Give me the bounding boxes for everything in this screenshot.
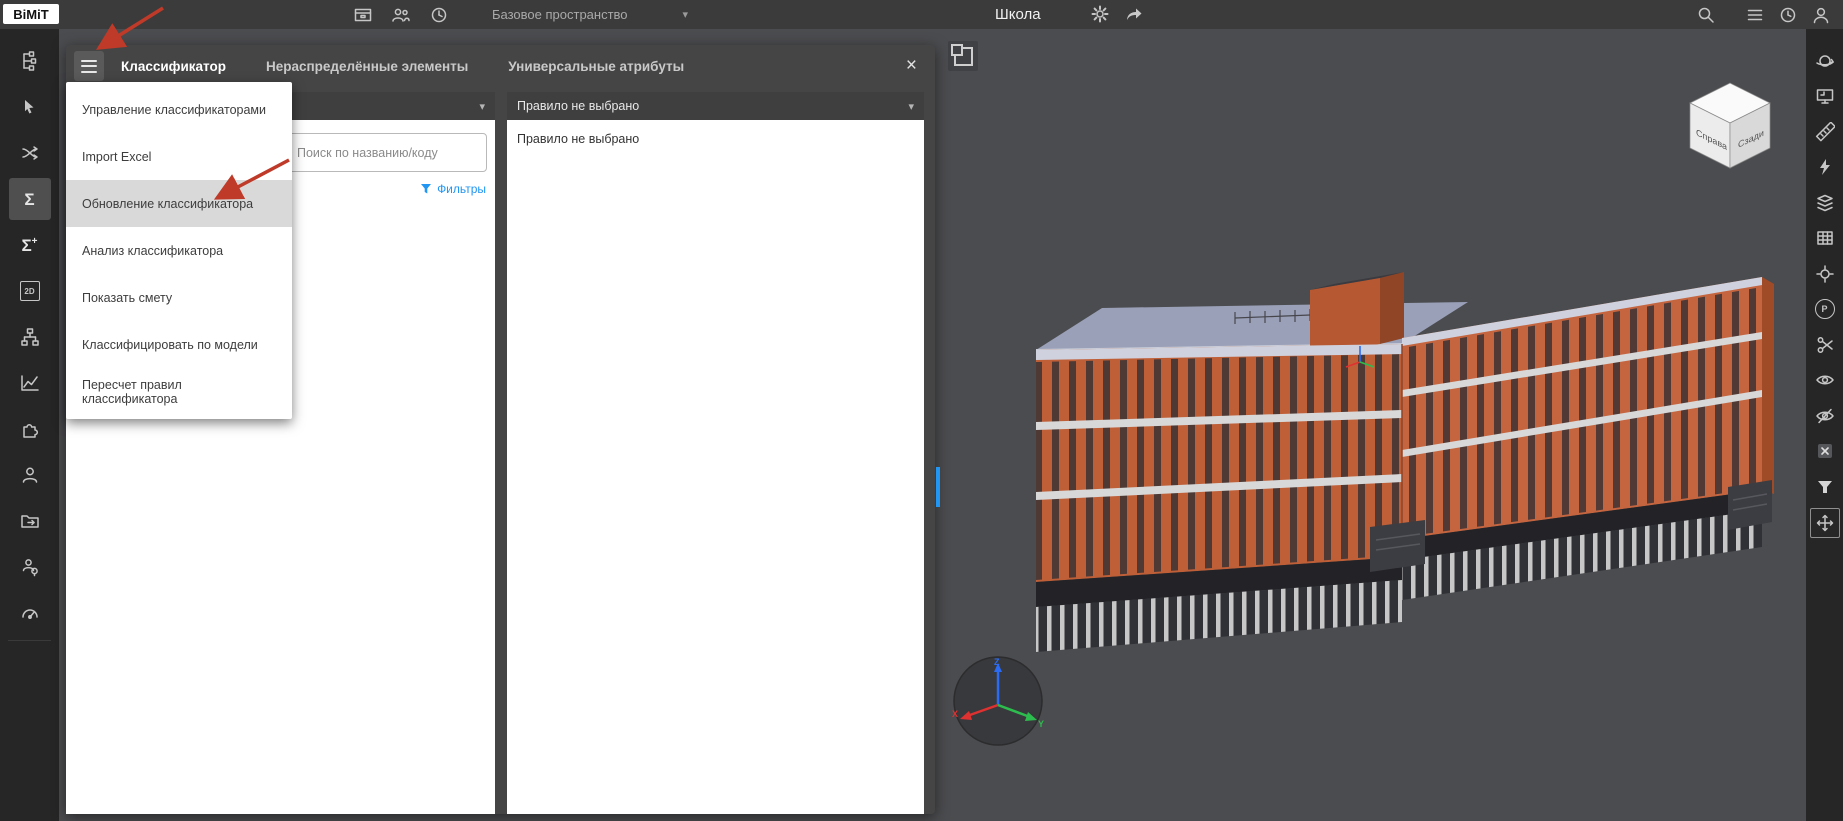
search-input[interactable] xyxy=(285,133,487,172)
close-icon[interactable]: × xyxy=(906,54,917,78)
estimates-icon[interactable]: Σ+ xyxy=(9,224,51,266)
workspace-value: Базовое пространство xyxy=(492,7,628,22)
view-cube[interactable]: Справа Сзади xyxy=(1678,73,1783,173)
panel-menu-button[interactable] xyxy=(74,51,104,81)
toolbar-separator xyxy=(8,640,51,641)
navigation-gizmo[interactable]: Z X Y xyxy=(950,653,1046,749)
gear-icon[interactable] xyxy=(1090,4,1110,29)
dashboard-icon[interactable] xyxy=(9,592,51,634)
chevron-down-icon: ▾ xyxy=(682,9,689,21)
time-sync-icon[interactable] xyxy=(428,4,449,25)
chevron-down-icon: ▾ xyxy=(908,100,914,113)
building-model[interactable] xyxy=(1030,262,1780,667)
filter-icon xyxy=(421,184,432,194)
frame-outer xyxy=(950,43,973,66)
right-toolbar: P xyxy=(1806,29,1843,821)
history-clock-icon[interactable] xyxy=(1777,4,1798,25)
archive-icon[interactable] xyxy=(352,4,373,25)
model-tree-icon[interactable] xyxy=(9,40,51,82)
left-toolbar: Σ Σ+ 2D xyxy=(0,29,59,821)
classifier-icon[interactable]: Σ xyxy=(8,178,51,220)
measure-icon[interactable] xyxy=(1811,118,1839,146)
tab-classifier[interactable]: Классификатор xyxy=(121,59,226,74)
delete-selection-icon[interactable] xyxy=(1811,437,1839,465)
plugins-icon[interactable] xyxy=(9,408,51,450)
layers-icon[interactable] xyxy=(1811,189,1839,217)
users-icon[interactable] xyxy=(9,454,51,496)
panel-tabs: Классификатор Нераспределённые элементы … xyxy=(121,45,684,87)
menu-item-update-classifier[interactable]: Обновление классификатора xyxy=(66,180,292,227)
menu-item-import-excel[interactable]: Import Excel xyxy=(66,133,292,180)
panel-header: Классификатор Нераспределённые элементы … xyxy=(66,45,935,87)
list-icon[interactable] xyxy=(1744,4,1765,25)
fit-view-icon[interactable] xyxy=(1811,82,1839,110)
grid-icon[interactable] xyxy=(1811,224,1839,252)
filters-label: Фильтры xyxy=(437,182,486,196)
rule-detail-area: Правило не выбрано xyxy=(507,120,924,814)
top-bar: BiMiT Базовое пространство ▾ Школа xyxy=(0,0,1843,29)
classifier-actions-menu: Управление классификаторами Import Excel… xyxy=(66,82,292,419)
show-icon[interactable] xyxy=(1811,366,1839,394)
section-icon[interactable] xyxy=(1811,153,1839,181)
relations-icon[interactable] xyxy=(9,132,51,174)
frame-selection-icon[interactable] xyxy=(948,41,978,71)
axis-y-label: Y xyxy=(1038,719,1044,729)
chevron-down-icon: ▾ xyxy=(479,100,485,113)
user-location-icon[interactable] xyxy=(9,546,51,588)
search-icon[interactable] xyxy=(1695,4,1716,25)
rule-column: Правило не выбрано ▾ Правило не выбрано xyxy=(507,92,924,814)
orbit-icon[interactable] xyxy=(1811,47,1839,75)
team-icon[interactable] xyxy=(390,4,411,25)
hide-icon[interactable] xyxy=(1811,402,1839,430)
analytics-icon[interactable] xyxy=(9,362,51,404)
plan-icon[interactable]: P xyxy=(1811,295,1839,323)
axis-z-label: Z xyxy=(994,657,1000,667)
menu-item-manage-classifiers[interactable]: Управление классификаторами xyxy=(66,86,292,133)
drawings-2d-icon[interactable]: 2D xyxy=(9,270,51,312)
structure-icon[interactable] xyxy=(9,316,51,358)
menu-item-show-estimate[interactable]: Показать смету xyxy=(66,274,292,321)
menu-item-classify-by-model[interactable]: Классифицировать по модели xyxy=(66,321,292,368)
app-logo[interactable]: BiMiT xyxy=(3,4,59,24)
share-icon[interactable] xyxy=(1124,4,1144,29)
cut-icon[interactable] xyxy=(1811,331,1839,359)
move-icon[interactable] xyxy=(1809,508,1840,538)
rule-empty-text: Правило не выбрано xyxy=(517,132,640,146)
workspace-selector[interactable]: Базовое пространство ▾ xyxy=(492,0,688,29)
rule-selector[interactable]: Правило не выбрано ▾ xyxy=(507,92,924,120)
axis-x-label: X xyxy=(952,709,958,719)
project-title: Школа xyxy=(995,6,1041,23)
rule-selector-value: Правило не выбрано xyxy=(517,99,640,113)
panel-scrollbar[interactable] xyxy=(936,467,940,507)
tab-unassigned-elements[interactable]: Нераспределённые элементы xyxy=(266,59,468,74)
filters-link[interactable]: Фильтры xyxy=(420,182,486,196)
model-export-icon[interactable] xyxy=(9,500,51,542)
user-icon[interactable] xyxy=(1810,4,1831,25)
tab-universal-attributes[interactable]: Универсальные атрибуты xyxy=(508,59,684,74)
focus-icon[interactable] xyxy=(1811,260,1839,288)
frame-inner xyxy=(950,43,963,56)
select-icon[interactable] xyxy=(9,86,51,128)
menu-item-analyze-classifier[interactable]: Анализ классификатора xyxy=(66,227,292,274)
menu-item-recalc-rules[interactable]: Пересчет правил классификатора xyxy=(66,368,292,415)
filter-elements-icon[interactable] xyxy=(1811,473,1839,501)
